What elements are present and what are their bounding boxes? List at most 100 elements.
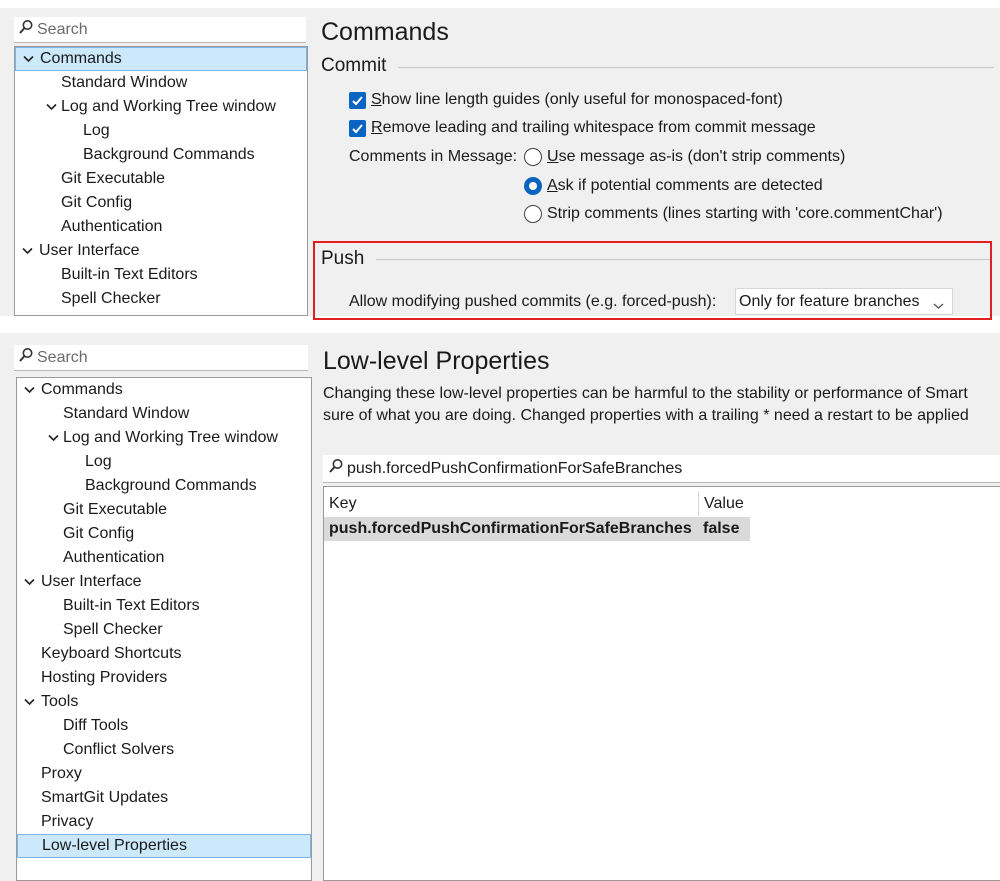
tree-item-keyboard-shortcuts[interactable]: Keyboard Shortcuts xyxy=(17,642,311,666)
tree-item-conflict-solvers[interactable]: Conflict Solvers xyxy=(17,738,311,762)
property-value[interactable]: false xyxy=(703,517,739,541)
tree-item-proxy[interactable]: Proxy xyxy=(17,762,311,786)
tree-item-git-config[interactable]: Git Config xyxy=(17,522,311,546)
tree-item-label: Authentication xyxy=(63,549,165,566)
tree-item-label: Background Commands xyxy=(83,146,255,163)
column-header-value[interactable]: Value xyxy=(698,491,750,516)
chevron-down-icon[interactable] xyxy=(21,48,35,70)
allow-modifying-dropdown[interactable]: Only for feature branches xyxy=(735,288,953,315)
tree-item-git-executable[interactable]: Git Executable xyxy=(17,498,311,522)
tree-item-label: Git Config xyxy=(63,525,135,542)
tree-item-label: Diff Tools xyxy=(63,717,129,734)
tree-item-diff-tools[interactable]: Diff Tools xyxy=(17,714,311,738)
tree-item-background-commands[interactable]: Background Commands xyxy=(15,143,307,167)
property-key: push.forcedPushConfirmationForSafeBranch… xyxy=(329,520,692,537)
tree-item-label: Built-in Text Editors xyxy=(61,266,198,283)
tree-item-built-in-text-editors[interactable]: Built-in Text Editors xyxy=(15,263,307,287)
properties-table[interactable]: Key Value push.forcedPushConfirmationFor… xyxy=(323,486,1000,881)
tree-item-log[interactable]: Log xyxy=(15,119,307,143)
tree-item-commands[interactable]: Commands xyxy=(17,378,311,402)
tree-item-privacy[interactable]: Privacy xyxy=(17,810,311,834)
top-preferences-tree[interactable]: Commands Standard Window Log and Working T… xyxy=(14,46,308,316)
tree-item-standard-window[interactable]: Standard Window xyxy=(15,71,307,95)
tree-item-git-config[interactable]: Git Config xyxy=(15,191,307,215)
checkbox-checked-icon xyxy=(349,91,366,109)
mnemonic-letter: A xyxy=(547,177,558,194)
tree-item-label: Spell Checker xyxy=(63,621,163,638)
bottom-search-input[interactable]: Search xyxy=(14,345,308,371)
tree-item-label: Log and Working Tree window xyxy=(61,98,276,115)
radio-unselected-icon xyxy=(524,148,542,166)
radio-label: se message as-is (don't strip comments) xyxy=(558,148,846,165)
commit-section-title: Commit xyxy=(321,55,387,76)
commands-preferences-panel: Search Commands Standard Window Log and Wo… xyxy=(0,8,1000,320)
chevron-down-icon[interactable] xyxy=(22,690,36,714)
chevron-down-icon[interactable] xyxy=(22,570,36,594)
description-line-2: sure of what you are doing. Changed prop… xyxy=(323,407,969,424)
checkbox-label: how line length guides (only useful for … xyxy=(381,91,783,108)
properties-filter-input[interactable]: push.forcedPushConfirmationForSafeBranch… xyxy=(323,455,1000,483)
search-icon xyxy=(328,458,347,479)
tree-item-label: Commands xyxy=(40,50,122,67)
radio-use-as-is[interactable]: Use message as-is (don't strip comments) xyxy=(524,146,845,168)
push-section-rule xyxy=(376,259,990,260)
tree-item-label: User Interface xyxy=(39,242,140,259)
tree-item-label: Built-in Text Editors xyxy=(63,597,200,614)
tree-item-log-and-working-tree-window[interactable]: Log and Working Tree window xyxy=(15,95,307,119)
tree-item-tools[interactable]: Tools xyxy=(17,690,311,714)
chevron-down-icon[interactable] xyxy=(22,378,36,402)
dropdown-value: Only for feature branches xyxy=(739,292,920,310)
tree-item-log[interactable]: Log xyxy=(17,450,311,474)
tree-item-label: Proxy xyxy=(41,765,82,782)
tree-item-label: Background Commands xyxy=(85,477,257,494)
tree-item-built-in-text-editors[interactable]: Built-in Text Editors xyxy=(17,594,311,618)
remove-whitespace-checkbox[interactable]: Remove leading and trailing whitespace f… xyxy=(349,117,816,139)
column-header-key[interactable]: Key xyxy=(324,491,698,516)
tree-item-spell-checker[interactable]: Spell Checker xyxy=(15,287,307,311)
mnemonic-letter: U xyxy=(547,148,559,165)
tree-item-user-interface[interactable]: User Interface xyxy=(15,239,307,263)
comments-in-message-label: Comments in Message: xyxy=(349,148,518,165)
bottom-preferences-tree[interactable]: Commands Standard Window Log and Working T… xyxy=(16,377,312,881)
chevron-down-icon xyxy=(933,297,944,315)
tree-item-authentication[interactable]: Authentication xyxy=(15,215,307,239)
radio-selected-icon xyxy=(524,177,542,195)
tree-item-low-level-properties[interactable]: Low-level Properties xyxy=(17,834,311,858)
checkbox-checked-icon xyxy=(349,119,366,137)
chevron-down-icon[interactable] xyxy=(44,95,58,119)
tree-item-label: Tools xyxy=(41,693,79,710)
tree-item-log-and-working-tree-window[interactable]: Log and Working Tree window xyxy=(17,426,311,450)
tree-item-label: Keyboard Shortcuts xyxy=(41,645,182,662)
tree-item-label: Git Executable xyxy=(61,170,166,187)
radio-strip-comments[interactable]: Strip comments (lines starting with 'cor… xyxy=(524,203,943,225)
chevron-down-icon[interactable] xyxy=(20,239,34,263)
table-row[interactable]: push.forcedPushConfirmationForSafeBranch… xyxy=(324,517,750,541)
tree-item-git-executable[interactable]: Git Executable xyxy=(15,167,307,191)
tree-item-label: Authentication xyxy=(61,218,163,235)
top-search-input[interactable]: Search xyxy=(14,17,306,43)
search-icon xyxy=(18,19,37,40)
radio-ask-if-comments[interactable]: Ask if potential comments are detected xyxy=(524,175,823,197)
tree-item-label: Hosting Providers xyxy=(41,669,168,686)
tree-item-label: Standard Window xyxy=(61,74,188,91)
tree-item-standard-window[interactable]: Standard Window xyxy=(17,402,311,426)
show-line-guides-checkbox[interactable]: Show line length guides (only useful for… xyxy=(349,89,783,111)
tree-item-label: Git Executable xyxy=(63,501,168,518)
radio-label: sk if potential comments are detected xyxy=(557,177,823,194)
tree-item-label: Standard Window xyxy=(63,405,190,422)
tree-item-spell-checker[interactable]: Spell Checker xyxy=(17,618,311,642)
tree-item-background-commands[interactable]: Background Commands xyxy=(17,474,311,498)
description-line-1: Changing these low-level properties can … xyxy=(323,385,968,402)
chevron-down-icon[interactable] xyxy=(46,426,60,450)
tree-item-hosting-providers[interactable]: Hosting Providers xyxy=(17,666,311,690)
tree-item-user-interface[interactable]: User Interface xyxy=(17,570,311,594)
tree-item-commands[interactable]: Commands xyxy=(15,47,307,71)
checkbox-label: emove leading and trailing whitespace fr… xyxy=(382,119,816,136)
radio-unselected-icon xyxy=(524,205,542,223)
radio-label: Strip comments (lines starting with 'cor… xyxy=(547,205,943,222)
tree-item-label: Conflict Solvers xyxy=(63,741,175,758)
tree-item-label: Low-level Properties xyxy=(42,837,187,854)
tree-item-authentication[interactable]: Authentication xyxy=(17,546,311,570)
tree-item-smartgit-updates[interactable]: SmartGit Updates xyxy=(17,786,311,810)
mnemonic-letter: R xyxy=(371,119,383,136)
